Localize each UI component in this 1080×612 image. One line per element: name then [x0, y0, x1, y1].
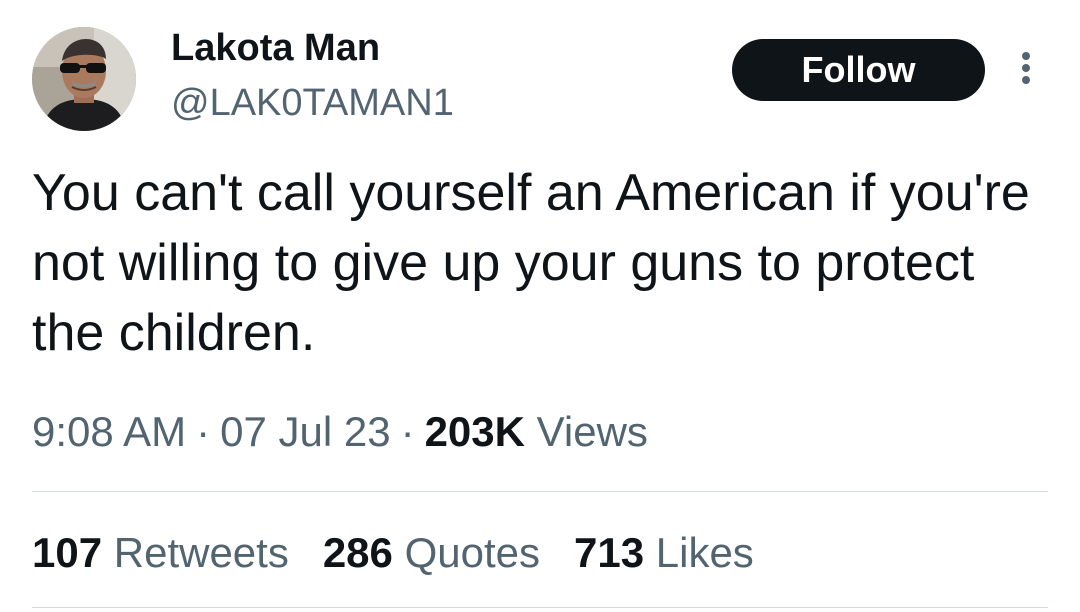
engagement-stats: 107 Retweets 286 Quotes 713 Likes — [32, 527, 754, 579]
retweets-stat[interactable]: 107 Retweets — [32, 527, 289, 579]
likes-stat[interactable]: 713 Likes — [574, 527, 754, 579]
tweet-time[interactable]: 9:08 AM — [32, 408, 186, 455]
avatar-photo — [32, 27, 136, 131]
divider — [32, 491, 1048, 492]
author-display-name[interactable]: Lakota Man — [171, 26, 380, 70]
meta-separator: · — [196, 408, 211, 455]
quotes-label: Quotes — [404, 529, 540, 576]
tweet-date[interactable]: 07 Jul 23 — [220, 408, 390, 455]
views-count: 203K — [424, 408, 525, 455]
more-options-button[interactable] — [1011, 50, 1041, 90]
author-handle[interactable]: @LAK0TAMAN1 — [171, 81, 454, 125]
tweet-text: You can't call yourself an American if y… — [32, 164, 1030, 362]
quotes-stat[interactable]: 286 Quotes — [323, 527, 540, 579]
follow-button[interactable]: Follow — [732, 39, 985, 101]
more-vertical-icon — [1022, 52, 1030, 84]
retweets-count: 107 — [32, 529, 103, 576]
likes-label: Likes — [655, 529, 754, 576]
divider — [32, 607, 1048, 608]
tweet-meta: 9:08 AM · 07 Jul 23 · 203K Views — [32, 406, 648, 458]
views-label: Views — [536, 408, 648, 455]
avatar[interactable] — [32, 27, 136, 131]
quotes-count: 286 — [322, 529, 393, 576]
retweets-label: Retweets — [113, 529, 289, 576]
likes-count: 713 — [574, 529, 645, 576]
tweet-card: Lakota Man @LAK0TAMAN1 Follow You can't … — [0, 0, 1080, 612]
meta-separator: · — [400, 408, 415, 455]
